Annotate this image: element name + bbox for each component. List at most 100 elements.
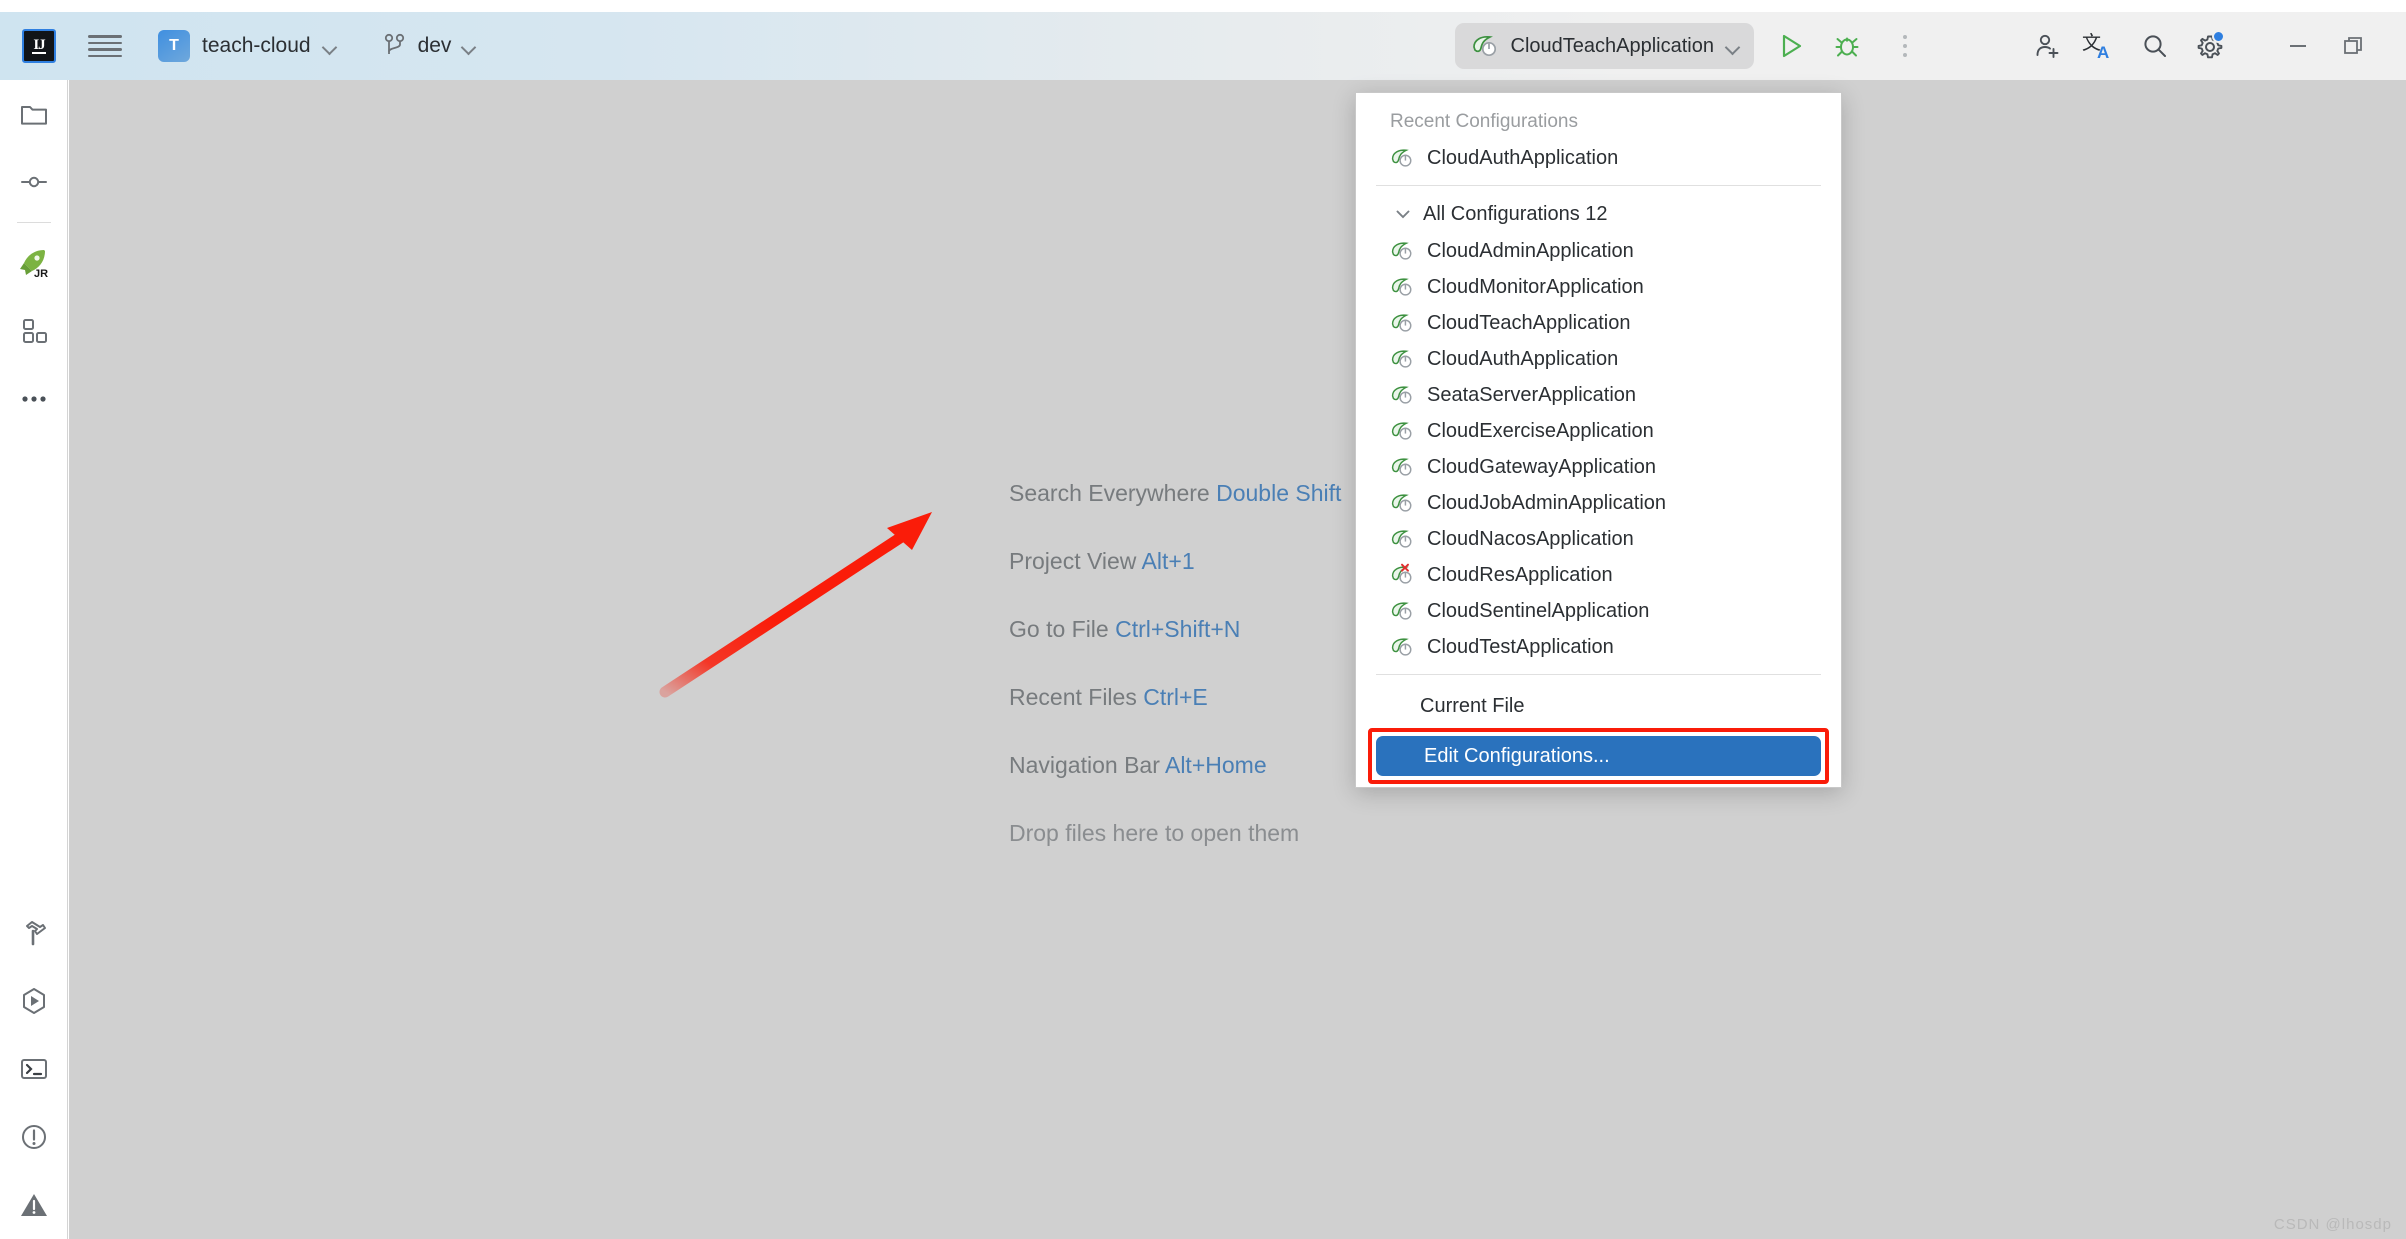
spring-boot-leaf-icon <box>1391 422 1412 440</box>
minimize-window-button[interactable] <box>2270 23 2326 69</box>
spring-boot-leaf-icon <box>1391 530 1412 548</box>
drop-files-hint: Drop files here to open them <box>1009 820 1300 846</box>
debug-button[interactable] <box>1824 23 1870 69</box>
popup-item-label: CloudSentinelApplication <box>1427 599 1650 622</box>
popup-item-label: CloudExerciseApplication <box>1427 419 1654 442</box>
project-badge-letter: T <box>169 37 179 54</box>
run-configurations-popup: Recent Configurations CloudAuthApplicati… <box>1355 92 1842 788</box>
dot <box>1903 53 1907 57</box>
popup-item-label: SeataServerApplication <box>1427 383 1637 406</box>
popup-item-cloudtestapplication[interactable]: CloudTestApplication <box>1356 629 1841 665</box>
project-selector[interactable]: T teach-cloud <box>150 25 345 67</box>
spring-boot-leaf-icon <box>1391 494 1412 512</box>
popup-item-label: CloudAuthApplication <box>1427 347 1619 370</box>
spring-boot-leaf-icon <box>1391 350 1412 368</box>
branch-name: dev <box>417 34 452 57</box>
hamburger-icon[interactable] <box>88 31 122 61</box>
spring-boot-leaf-icon <box>1472 36 1496 57</box>
commit-icon <box>20 176 47 188</box>
popup-item-cloudjobadminapplication[interactable]: CloudJobAdminApplication <box>1356 485 1841 521</box>
popup-item-recent-cloudauthapplication[interactable]: CloudAuthApplication <box>1356 140 1841 176</box>
chevron-down-icon <box>1396 210 1410 219</box>
chevron-down-icon <box>462 39 476 53</box>
popup-item-current-file[interactable]: Current File <box>1356 684 1841 728</box>
all-configurations-group[interactable]: All Configurations 12 <box>1356 195 1841 233</box>
svg-text:A: A <box>2097 43 2109 62</box>
spring-boot-leaf-icon <box>1391 458 1412 476</box>
popup-divider <box>1376 185 1821 186</box>
sidebar-item-terminal[interactable] <box>0 1035 68 1103</box>
ellipsis-icon <box>21 396 46 402</box>
popup-item-cloudexerciseapplication[interactable]: CloudExerciseApplication <box>1356 413 1841 449</box>
translate-button[interactable]: 文 A <box>2076 23 2122 69</box>
recent-configurations-label: Recent Configurations <box>1390 111 1578 132</box>
all-configurations-list: CloudAdminApplication CloudMonitorApplic… <box>1356 233 1841 665</box>
popup-item-label: CloudTestApplication <box>1427 635 1614 658</box>
restore-window-button[interactable] <box>2326 23 2382 69</box>
search-icon <box>2144 35 2166 57</box>
popup-item-label: CloudTeachApplication <box>1427 311 1631 334</box>
popup-item-cloudsentinelapplication[interactable]: CloudSentinelApplication <box>1356 593 1841 629</box>
dot <box>1903 44 1907 48</box>
popup-item-cloudnacosapplication[interactable]: CloudNacosApplication <box>1356 521 1841 557</box>
project-badge-icon: T <box>158 30 190 62</box>
spring-boot-leaf-icon <box>1391 314 1412 332</box>
popup-divider <box>1376 674 1821 675</box>
main-toolbar: IJ T teach-cloud dev CloudTeachApplicati… <box>0 12 2406 80</box>
translate-icon: 文 A <box>2082 32 2109 62</box>
more-vertical-icon <box>1903 35 1907 57</box>
services-squares-icon <box>22 319 47 343</box>
popup-item-cloudmonitorapplication[interactable]: CloudMonitorApplication <box>1356 269 1841 305</box>
sidebar-item-jrebel[interactable]: JR <box>0 229 68 297</box>
sidebar-item-more[interactable] <box>0 365 68 433</box>
popup-item-cloudgatewayapplication[interactable]: CloudGatewayApplication <box>1356 449 1841 485</box>
terminal-icon <box>21 1059 47 1079</box>
code-with-me-button[interactable] <box>2024 23 2070 69</box>
sidebar-item-warnings[interactable] <box>0 1171 68 1239</box>
hint-key: Ctrl+E <box>1143 684 1208 710</box>
chevron-down-icon <box>1726 39 1740 53</box>
popup-item-edit-configurations[interactable]: Edit Configurations... <box>1376 736 1821 776</box>
sidebar-item-build[interactable] <box>0 899 68 967</box>
popup-item-cloudresapplication[interactable]: CloudResApplication <box>1356 557 1841 593</box>
popup-item-seataserverapplication[interactable]: SeataServerApplication <box>1356 377 1841 413</box>
run-button[interactable] <box>1768 23 1814 69</box>
hamburger-line <box>88 35 122 38</box>
debug-bug-icon <box>1835 37 1859 57</box>
hint-key: Ctrl+Shift+N <box>1115 616 1241 642</box>
settings-button[interactable] <box>2188 23 2234 69</box>
search-button[interactable] <box>2132 23 2178 69</box>
rail-divider <box>16 222 51 223</box>
popup-item-label: CloudAdminApplication <box>1427 239 1634 262</box>
sidebar-item-project[interactable] <box>0 80 68 148</box>
popup-item-label: CloudResApplication <box>1427 563 1613 586</box>
popup-item-cloudteachapplication[interactable]: CloudTeachApplication <box>1356 305 1841 341</box>
minimize-icon <box>2290 45 2306 47</box>
rocket-jr-icon: JR <box>19 250 48 280</box>
dot <box>1903 35 1907 39</box>
run-config-name: CloudTeachApplication <box>1510 34 1714 57</box>
spring-boot-leaf-icon <box>1391 149 1412 167</box>
popup-item-cloudadminapplication[interactable]: CloudAdminApplication <box>1356 233 1841 269</box>
branch-selector[interactable]: dev <box>375 28 485 64</box>
editor-empty-area: Search Everywhere Double Shift Project V… <box>69 80 2406 1239</box>
sidebar-item-services[interactable] <box>0 297 68 365</box>
intellij-window: IJ T teach-cloud dev CloudTeachApplicati… <box>0 0 2406 1239</box>
svg-text:JR: JR <box>34 268 48 280</box>
run-configuration-selector[interactable]: CloudTeachApplication <box>1454 23 1754 69</box>
popup-item-cloudauthapplication[interactable]: CloudAuthApplication <box>1356 341 1841 377</box>
git-branch-icon <box>384 33 404 54</box>
sidebar-item-problems[interactable] <box>0 1103 68 1171</box>
more-actions-button[interactable] <box>1882 23 1928 69</box>
sidebar-item-commit[interactable] <box>0 148 68 216</box>
popup-item-label: CloudJobAdminApplication <box>1427 491 1667 514</box>
warning-triangle-icon <box>21 1194 47 1216</box>
sidebar-item-run[interactable] <box>0 967 68 1035</box>
intellij-logo-icon[interactable]: IJ <box>22 29 56 63</box>
edit-configurations-highlight: Edit Configurations... <box>1368 728 1829 784</box>
hint-label: Search Everywhere <box>1009 480 1210 506</box>
popup-item-label: CloudMonitorApplication <box>1427 275 1644 298</box>
hint-key: Alt+1 <box>1141 548 1195 574</box>
project-name: teach-cloud <box>202 34 311 57</box>
rail-bottom-group <box>0 899 68 1239</box>
